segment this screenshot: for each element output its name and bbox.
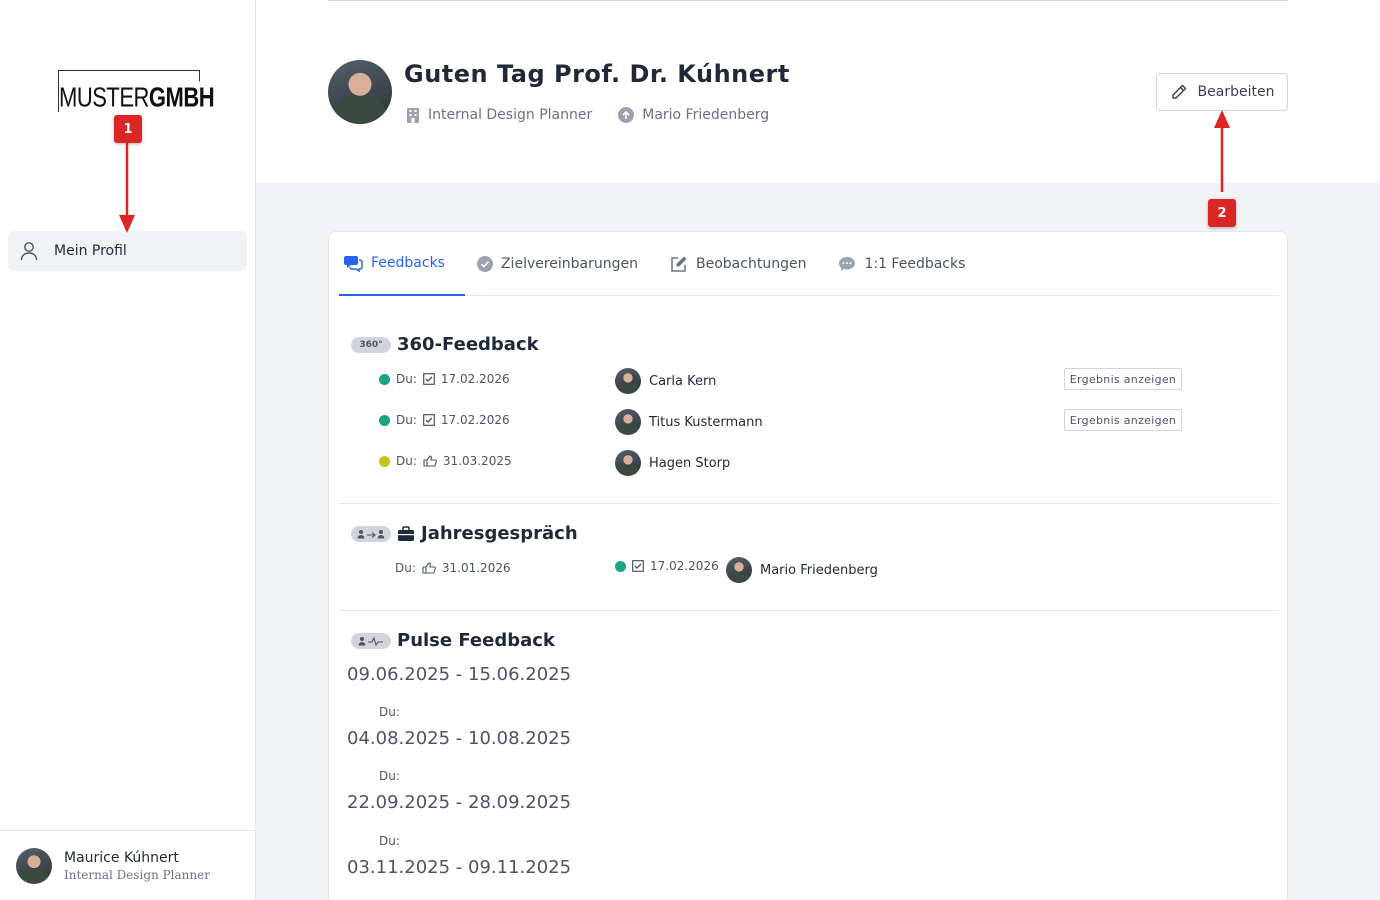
manager-info: Mario Friedenberg xyxy=(618,107,769,123)
position-info: Internal Design Planner xyxy=(406,107,592,123)
status-dot xyxy=(379,373,390,385)
du-label: Du: xyxy=(379,769,400,783)
tab-beobachtungen[interactable]: Beobachtungen xyxy=(666,232,826,296)
pulse-icon xyxy=(351,632,391,649)
tab-label: Feedbacks xyxy=(371,255,445,271)
feedback-person: Titus Kustermann xyxy=(615,409,763,435)
done-date: 17.02.2026 xyxy=(650,559,719,573)
avatar xyxy=(615,368,641,394)
result-button[interactable]: Ergebnis anzeigen xyxy=(1064,409,1182,431)
status-dot xyxy=(379,414,390,426)
du-label: Du: xyxy=(379,834,400,848)
check-circle-icon xyxy=(476,256,493,272)
sidebar-item-mein-profil[interactable]: Mein Profil xyxy=(8,231,247,271)
thumbs-up-icon xyxy=(422,562,436,574)
section-title-360-feedback: 360° 360-Feedback xyxy=(351,334,539,355)
pulse-period-range: 04.08.2025 - 10.08.2025 xyxy=(347,728,572,749)
avatar xyxy=(615,409,641,435)
due-date: 31.01.2026 xyxy=(441,561,511,575)
arrow-up-circle-icon xyxy=(618,107,635,123)
avatar xyxy=(16,847,52,884)
briefcase-icon xyxy=(397,525,415,542)
du-label: Du: xyxy=(396,454,417,468)
result-button[interactable]: Ergebnis anzeigen xyxy=(1064,368,1182,390)
tab-bar: Feedbacks Zielvereinbarungen Beobachtung… xyxy=(339,232,1279,296)
edit-button-label: Bearbeiten xyxy=(1197,84,1275,100)
page-title: Guten Tag Prof. Dr. Kúhnert xyxy=(404,60,790,88)
person-name: Mario Friedenberg xyxy=(760,562,878,578)
profile-meta: Internal Design Planner Mario Friedenber… xyxy=(406,107,769,123)
360-icon: 360° xyxy=(351,336,391,353)
tab-label: Zielvereinbarungen xyxy=(500,256,639,272)
status-date: 17.02.2026 xyxy=(440,372,510,386)
user-role: Internal Design Planner xyxy=(64,867,210,882)
feedback-person: Hagen Storp xyxy=(615,450,730,476)
person-name: Titus Kustermann xyxy=(649,414,763,430)
annotation-arrow-2 xyxy=(1214,110,1230,192)
current-user-card[interactable]: Maurice Kúhnert Internal Design Planner xyxy=(0,830,255,900)
comment-dots-icon xyxy=(838,256,856,272)
manager-text: Mario Friedenberg xyxy=(642,107,770,123)
pulse-period-range: 09.06.2025 - 15.06.2025 xyxy=(347,664,572,685)
completion-status: 17.02.2026 xyxy=(615,559,719,573)
profile-avatar xyxy=(328,60,392,124)
section-title-text: 360-Feedback xyxy=(397,334,539,355)
checkbox-icon xyxy=(422,373,435,385)
edit-button[interactable]: Bearbeiten xyxy=(1156,73,1288,111)
tab-label: Beobachtungen xyxy=(696,256,807,272)
checkbox-icon xyxy=(632,560,644,572)
feedback-card: Feedbacks Zielvereinbarungen Beobachtung… xyxy=(328,231,1288,900)
du-label: Du: xyxy=(395,561,416,575)
annotation-badge-2: 2 xyxy=(1208,199,1236,227)
tab-label: 1:1 Feedbacks xyxy=(864,256,966,272)
status-date: 31.03.2025 xyxy=(442,454,512,468)
pulse-period-range: 22.09.2025 - 28.09.2025 xyxy=(347,792,572,813)
annotation-badge-1: 1 xyxy=(114,115,142,143)
due-info: Du: 31.01.2026 xyxy=(395,561,511,575)
pencil-icon xyxy=(1170,83,1188,101)
pulse-period-range: 03.11.2025 - 09.11.2025 xyxy=(347,857,572,878)
status-dot xyxy=(379,455,390,467)
edit-square-icon xyxy=(670,255,688,273)
tab-1-1-feedbacks[interactable]: 1:1 Feedbacks xyxy=(834,232,985,296)
section-title-pulse-feedback: Pulse Feedback xyxy=(351,630,555,651)
position-text: Internal Design Planner xyxy=(428,107,593,123)
person-name: Hagen Storp xyxy=(649,455,731,471)
feedback-status: Du: 17.02.2026 xyxy=(379,372,510,386)
tab-zielvereinbarungen[interactable]: Zielvereinbarungen xyxy=(473,232,658,296)
section-title-text: Pulse Feedback xyxy=(397,630,555,651)
avatar xyxy=(726,557,752,583)
person-name: Carla Kern xyxy=(649,373,717,389)
status-dot xyxy=(615,560,626,572)
user-icon xyxy=(20,241,38,261)
company-logo[interactable]: MUSTERGMBH xyxy=(58,70,217,114)
checkbox-icon xyxy=(422,414,435,426)
annotation-arrow-1 xyxy=(119,143,135,233)
people-exchange-icon xyxy=(351,525,391,542)
du-label: Du: xyxy=(379,705,400,719)
section-title-jahresgespraech: Jahresgespräch xyxy=(351,523,578,544)
divider xyxy=(339,503,1279,504)
feedback-person: Carla Kern xyxy=(615,368,716,394)
feedback-status: Du: 31.03.2025 xyxy=(379,454,512,468)
tab-feedbacks[interactable]: Feedbacks xyxy=(339,232,465,296)
divider xyxy=(328,0,1288,1)
user-name: Maurice Kúhnert xyxy=(64,849,179,866)
chat-bubbles-icon xyxy=(343,254,363,272)
logo-text: MUSTERGMBH xyxy=(59,81,217,114)
sidebar-item-label: Mein Profil xyxy=(54,243,127,259)
building-icon xyxy=(406,107,420,123)
divider xyxy=(339,610,1279,611)
feedback-status: Du: 17.02.2026 xyxy=(379,413,510,427)
section-title-text: Jahresgespräch xyxy=(421,523,578,544)
feedback-person: Mario Friedenberg xyxy=(726,557,878,583)
du-label: Du: xyxy=(396,372,417,386)
du-label: Du: xyxy=(396,413,417,427)
status-date: 17.02.2026 xyxy=(440,413,510,427)
thumbs-up-icon xyxy=(423,455,437,467)
avatar xyxy=(615,450,641,476)
